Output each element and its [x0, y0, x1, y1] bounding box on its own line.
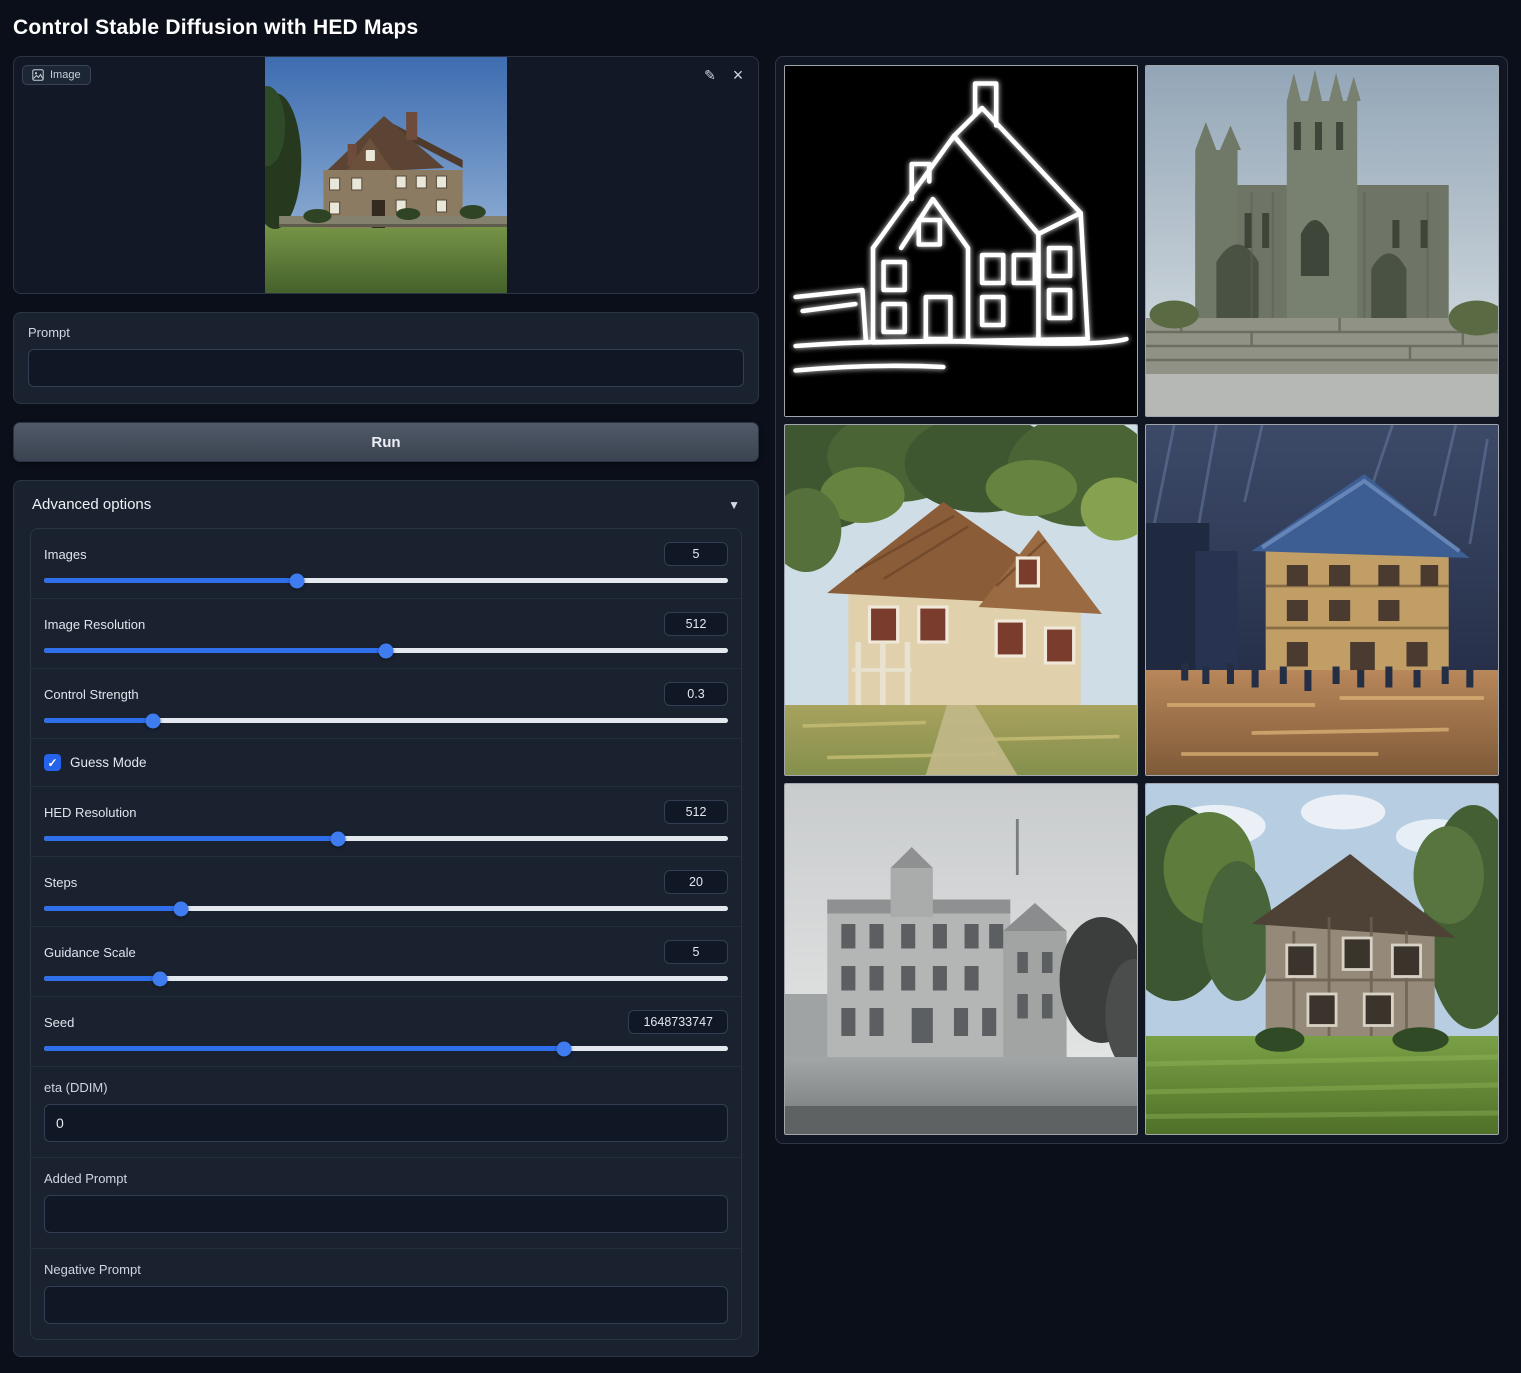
guess-mode-label[interactable]: Guess Mode [70, 755, 147, 770]
image-component-label: Image [50, 69, 81, 81]
accordion-header[interactable]: Advanced options ▼ [14, 481, 758, 526]
hed-resolution-slider[interactable] [44, 836, 728, 841]
steps-slider-row: Steps 20 [31, 857, 741, 927]
gallery-item-stone-cathedral[interactable] [1145, 65, 1499, 417]
gallery-grid [784, 65, 1499, 1135]
gallery-item-hed-edge-map[interactable] [784, 65, 1138, 417]
image-toolbar: ✎ × [698, 63, 750, 87]
negative-prompt-row: Negative Prompt [31, 1249, 741, 1339]
steps-value-input[interactable]: 20 [664, 870, 728, 894]
rainy-painting-image [1146, 425, 1498, 775]
added-prompt-input[interactable] [44, 1195, 728, 1233]
image-resolution-slider[interactable] [44, 648, 728, 653]
page-title: Control Stable Diffusion with HED Maps [13, 16, 1508, 40]
prompt-input[interactable] [28, 349, 744, 387]
seed-slider[interactable] [44, 1046, 728, 1051]
steps-slider[interactable] [44, 906, 728, 911]
steps-slider-label: Steps [44, 875, 77, 890]
negative-prompt-label: Negative Prompt [44, 1262, 728, 1277]
clear-image-button[interactable]: × [726, 63, 750, 87]
run-button[interactable]: Run [13, 422, 759, 462]
prompt-label: Prompt [28, 325, 744, 340]
guidance-scale-value-input[interactable]: 5 [664, 940, 728, 964]
eta-row: eta (DDIM) [31, 1067, 741, 1158]
added-prompt-row: Added Prompt [31, 1158, 741, 1249]
images-slider[interactable] [44, 578, 728, 583]
seed-value-input[interactable]: 1648733747 [628, 1010, 728, 1034]
control-strength-slider-label: Control Strength [44, 687, 139, 702]
country-house-image [1146, 784, 1498, 1134]
image-resolution-slider-label: Image Resolution [44, 617, 145, 632]
control-strength-slider[interactable] [44, 718, 728, 723]
advanced-form-group: Images 5 Image Resolution 512 [30, 528, 742, 1340]
stone-cathedral-image [1146, 66, 1498, 416]
bw-building-image [785, 784, 1137, 1134]
hed-resolution-slider-label: HED Resolution [44, 805, 137, 820]
image-icon [32, 69, 44, 81]
negative-prompt-input[interactable] [44, 1286, 728, 1324]
images-slider-label: Images [44, 547, 87, 562]
hed-edge-map-image [785, 66, 1137, 416]
advanced-options-accordion: Advanced options ▼ Images 5 [13, 480, 759, 1357]
hed-resolution-value-input[interactable]: 512 [664, 800, 728, 824]
image-resolution-slider-handle[interactable] [379, 643, 394, 658]
uploaded-image-preview [265, 56, 507, 294]
eta-input[interactable] [44, 1104, 728, 1142]
image-upload-block[interactable]: Image ✎ × [13, 56, 759, 294]
guidance-scale-slider-label: Guidance Scale [44, 945, 136, 960]
close-icon: × [733, 65, 744, 85]
gallery-item-rainy-painting[interactable] [1145, 424, 1499, 776]
hed-resolution-slider-row: HED Resolution 512 [31, 787, 741, 857]
output-column [775, 56, 1508, 1144]
image-resolution-value-input[interactable]: 512 [664, 612, 728, 636]
control-strength-slider-handle[interactable] [146, 713, 161, 728]
image-resolution-slider-row: Image Resolution 512 [31, 599, 741, 669]
pencil-icon: ✎ [704, 67, 716, 83]
eta-label: eta (DDIM) [44, 1080, 728, 1095]
edit-image-button[interactable]: ✎ [698, 63, 722, 87]
seed-slider-handle[interactable] [556, 1041, 571, 1056]
house-painting-image [785, 425, 1137, 775]
added-prompt-label: Added Prompt [44, 1171, 728, 1186]
result-gallery [775, 56, 1508, 1144]
control-strength-value-input[interactable]: 0.3 [664, 682, 728, 706]
prompt-block: Prompt [13, 312, 759, 404]
images-value-input[interactable]: 5 [664, 542, 728, 566]
app: Control Stable Diffusion with HED Maps I… [0, 0, 1521, 1373]
guidance-scale-slider[interactable] [44, 976, 728, 981]
gallery-item-house-painting[interactable] [784, 424, 1138, 776]
seed-slider-row: Seed 1648733747 [31, 997, 741, 1067]
hed-resolution-slider-handle[interactable] [331, 831, 346, 846]
guess-mode-checkbox[interactable] [44, 754, 61, 771]
guidance-scale-slider-row: Guidance Scale 5 [31, 927, 741, 997]
main-layout: Image ✎ × [13, 56, 1508, 1357]
seed-slider-label: Seed [44, 1015, 74, 1030]
steps-slider-handle[interactable] [173, 901, 188, 916]
control-strength-slider-row: Control Strength 0.3 [31, 669, 741, 739]
gallery-item-country-house[interactable] [1145, 783, 1499, 1135]
gallery-item-bw-building[interactable] [784, 783, 1138, 1135]
image-component-tag[interactable]: Image [22, 65, 91, 85]
guidance-scale-slider-handle[interactable] [153, 971, 168, 986]
controls-column: Image ✎ × [13, 56, 759, 1357]
guess-mode-row: Guess Mode [31, 739, 741, 787]
images-slider-row: Images 5 [31, 529, 741, 599]
images-slider-handle[interactable] [290, 573, 305, 588]
chevron-down-icon: ▼ [728, 498, 740, 512]
accordion-title: Advanced options [32, 496, 151, 513]
